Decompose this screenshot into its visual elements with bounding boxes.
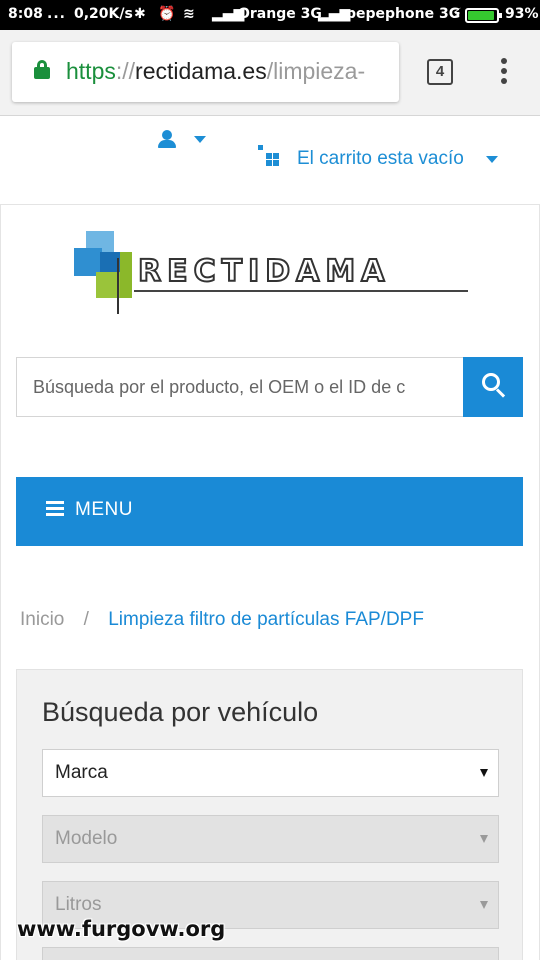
lock-icon <box>34 60 50 79</box>
breadcrumb-current-link[interactable]: Limpieza filtro de partículas FAP/DPF <box>108 609 424 630</box>
logo-wordmark: RECTIDAMA <box>137 253 391 290</box>
battery-icon <box>465 8 502 23</box>
battery-percent: 93% <box>505 6 539 22</box>
notification-dots: ... <box>47 6 66 22</box>
dropdown-arrow-icon <box>480 835 488 843</box>
carrier-1: Orange 3G <box>238 6 322 22</box>
user-account-icon[interactable] <box>157 130 177 150</box>
alarm-icon: ⏰ <box>158 6 176 22</box>
breadcrumb-separator: / <box>83 609 89 630</box>
chevron-down-icon[interactable] <box>486 156 498 163</box>
model-select-value: Modelo <box>55 828 118 849</box>
breadcrumb: Inicio / Limpieza filtro de partículas F… <box>20 609 424 631</box>
logo-line <box>134 290 468 292</box>
url-scheme: https <box>66 58 116 84</box>
network-speed: 0,20K/s <box>74 6 133 22</box>
brand-select-value: Marca <box>55 762 108 783</box>
product-search-input[interactable] <box>16 357 464 417</box>
watermark: www.furgovw.org <box>17 917 226 941</box>
logo-square <box>120 252 132 298</box>
url-host: rectidama.es <box>135 58 267 84</box>
browser-toolbar: https://rectidama.es/limpieza- 4 <box>0 30 540 116</box>
breadcrumb-home-link[interactable]: Inicio <box>20 609 64 630</box>
carrier-2: pepephone 3G <box>346 6 461 22</box>
battery-fill <box>468 11 495 20</box>
bluetooth-icon: ✱ <box>134 6 146 22</box>
url-path: /limpieza- <box>266 58 366 84</box>
address-bar[interactable]: https://rectidama.es/limpieza- <box>12 42 399 102</box>
model-select[interactable]: Modelo <box>42 815 499 863</box>
menu-label: MENU <box>75 499 133 520</box>
brand-select[interactable]: Marca <box>42 749 499 797</box>
engine-size-select-value: Litros <box>55 894 102 915</box>
vehicle-search-title: Búsqueda por vehículo <box>42 697 319 727</box>
overflow-menu-icon[interactable] <box>499 58 509 88</box>
site-logo[interactable]: RECTIDAMA <box>74 228 469 318</box>
main-menu-button[interactable]: MENU <box>16 477 523 546</box>
hamburger-icon <box>46 501 64 519</box>
search-button[interactable] <box>463 357 523 417</box>
battery-tip <box>499 13 502 18</box>
next-select[interactable] <box>42 947 499 960</box>
cart-status-link[interactable]: El carrito esta vacío <box>297 148 464 170</box>
wifi-icon: ≋ <box>183 6 195 22</box>
dropdown-arrow-icon <box>480 901 488 909</box>
status-bar: 8:08 ... 0,20K/s ✱ ⏰ ≋ ▂▄▆ Orange 3G ▂▄▆… <box>0 0 540 30</box>
chevron-down-icon[interactable] <box>194 136 206 143</box>
url-separator: :// <box>115 58 136 84</box>
status-time: 8:08 <box>8 6 43 22</box>
url-text[interactable]: https://rectidama.es/limpieza- <box>66 58 365 85</box>
logo-line <box>117 258 119 314</box>
search-icon-handle <box>495 388 506 398</box>
charging-icon: ⚡ <box>452 6 462 22</box>
dropdown-arrow-icon <box>480 769 488 777</box>
cart-icon[interactable] <box>258 145 280 167</box>
tab-switcher-button[interactable]: 4 <box>427 59 453 85</box>
